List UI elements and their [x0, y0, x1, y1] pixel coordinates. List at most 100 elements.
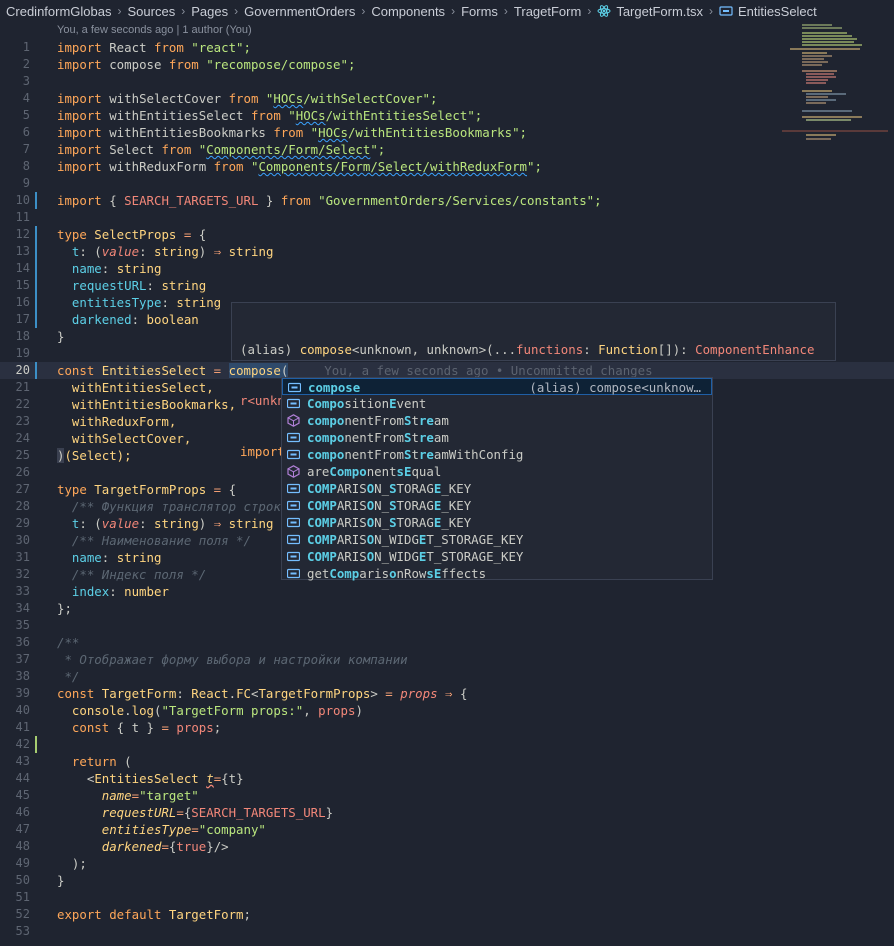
token: from [153, 40, 184, 55]
code-line: 14 name: string [0, 260, 894, 277]
token: "company" [198, 822, 266, 837]
autocomplete-item[interactable]: componentFromStream [282, 429, 712, 446]
line-number: 14 [15, 261, 30, 275]
token: EntitiesSelect [94, 771, 199, 786]
token: t [206, 771, 214, 786]
token: = [161, 720, 169, 735]
line-number: 4 [22, 91, 30, 105]
breadcrumb-item-sources[interactable]: Sources [128, 4, 176, 19]
token: (Select); [64, 448, 132, 463]
token: FC [236, 686, 251, 701]
breadcrumb-item-symbol[interactable]: EntitiesSelect [719, 4, 817, 19]
token: { [109, 720, 132, 735]
codelens-blame[interactable]: You, a few seconds ago | 1 author (You) [57, 22, 252, 39]
autocomplete-label-part: S [389, 515, 397, 530]
breadcrumb-item-governmentorders[interactable]: GovernmentOrders [244, 4, 355, 19]
token: /** Индекс поля */ [57, 567, 207, 582]
git-modified-marker[interactable] [35, 277, 37, 294]
token: " [303, 125, 319, 140]
token: name [57, 788, 132, 803]
autocomplete-item[interactable]: COMPARISON_STORAGE_KEY [282, 514, 712, 531]
autocomplete-label-part: nentFrom [344, 447, 404, 462]
line-number: 47 [15, 822, 30, 836]
hover-tooltip: (alias) compose<unknown, unknown>(...fun… [231, 302, 836, 459]
token: import [57, 142, 102, 157]
line-number: 2 [22, 57, 30, 71]
autocomplete-item[interactable]: CompositionEvent [282, 395, 712, 412]
line-number: 51 [15, 890, 30, 904]
breadcrumb-item-root[interactable]: CredinformGlobas [6, 4, 112, 19]
autocomplete-label-part: ffects [441, 566, 487, 581]
token: string [176, 295, 222, 310]
autocomplete-item[interactable]: COMPARISON_WIDGET_STORAGE_KEY [282, 548, 712, 565]
line-number: 17 [15, 312, 30, 326]
token: import [57, 125, 102, 140]
git-modified-marker[interactable] [35, 294, 37, 311]
autocomplete-list[interactable]: compose (alias) compose<unknow… Compositio… [281, 377, 713, 582]
git-modified-marker[interactable] [35, 243, 37, 260]
breadcrumb-item-components[interactable]: Components [371, 4, 445, 19]
token: * Отображает форму выбора и настройки ко… [57, 652, 408, 667]
variable-icon [719, 6, 733, 16]
git-modified-marker[interactable] [35, 362, 37, 379]
git-modified-marker[interactable] [35, 192, 37, 209]
token: const [57, 363, 95, 378]
git-modified-marker[interactable] [35, 311, 37, 328]
token: : [176, 686, 192, 701]
line-number: 13 [15, 244, 30, 258]
token: from [168, 57, 199, 72]
token: import [57, 91, 102, 106]
autocomplete-item[interactable]: areComponentsEqual [282, 463, 712, 480]
token: " [243, 159, 259, 174]
line-number: 6 [22, 125, 30, 139]
token: < [57, 771, 95, 786]
line-number: 15 [15, 278, 30, 292]
code-line: 1 import React from "react"; [0, 39, 894, 56]
autocomplete-label-part: S [389, 481, 397, 496]
token: type [57, 227, 87, 242]
token: from [161, 142, 192, 157]
breadcrumb-item-forms[interactable]: Forms [461, 4, 498, 19]
autocomplete-label-part: ARIS [336, 532, 367, 547]
token: React [191, 686, 229, 701]
token: ; [213, 720, 222, 735]
hover-text: (alias) [240, 342, 300, 357]
autocomplete-label-part: COMP [307, 549, 337, 564]
line-number: 33 [15, 584, 30, 598]
code-line: 2 import compose from "recompose/compose"… [0, 56, 894, 73]
token: entitiesType [57, 295, 162, 310]
autocomplete-label-part: t [411, 413, 419, 428]
git-modified-marker[interactable] [35, 226, 37, 243]
autocomplete-label-part: nRow [396, 566, 427, 581]
breadcrumb-item-tragetform[interactable]: TragetForm [514, 4, 581, 19]
breadcrumb-label: Sources [127, 3, 176, 19]
git-added-marker[interactable] [35, 736, 37, 753]
autocomplete-item[interactable]: componentFromStream [282, 412, 712, 429]
token: withEntitiesSelect, [57, 380, 214, 395]
token: : [139, 244, 155, 259]
autocomplete-item[interactable]: COMPARISON_STORAGE_KEY [282, 497, 712, 514]
token: { [221, 771, 229, 786]
git-modified-marker[interactable] [35, 260, 37, 277]
token: = [161, 839, 169, 854]
autocomplete-item[interactable]: compose (alias) compose<unknow… [282, 378, 712, 395]
chevron-right-icon: › [234, 4, 239, 18]
token: string [154, 244, 199, 259]
line-number: 48 [15, 839, 30, 853]
code-line: 7 import Select from "Components/Form/Sel… [0, 141, 894, 158]
chevron-right-icon: › [709, 4, 714, 18]
autocomplete-item[interactable]: componentFromStreamWithConfig [282, 446, 712, 463]
line-number: 1 [22, 40, 30, 54]
breadcrumb-item-file[interactable]: TargetForm.tsx [597, 4, 703, 19]
autocomplete-label-part: T_STORAGE_KEY [426, 549, 524, 564]
autocomplete-item[interactable]: COMPARISON_STORAGE_KEY [282, 480, 712, 497]
line-number: 29 [15, 516, 30, 530]
autocomplete-item[interactable]: COMPARISON_WIDGET_STORAGE_KEY [282, 531, 712, 548]
breadcrumb-item-pages[interactable]: Pages [191, 4, 228, 19]
token: props [318, 703, 356, 718]
token: */ [57, 669, 80, 684]
autocomplete-item[interactable]: getComparisonRowsEffects [282, 565, 712, 582]
line-number: 21 [15, 380, 30, 394]
hover-text: <unknown, unknown>( [351, 342, 494, 357]
